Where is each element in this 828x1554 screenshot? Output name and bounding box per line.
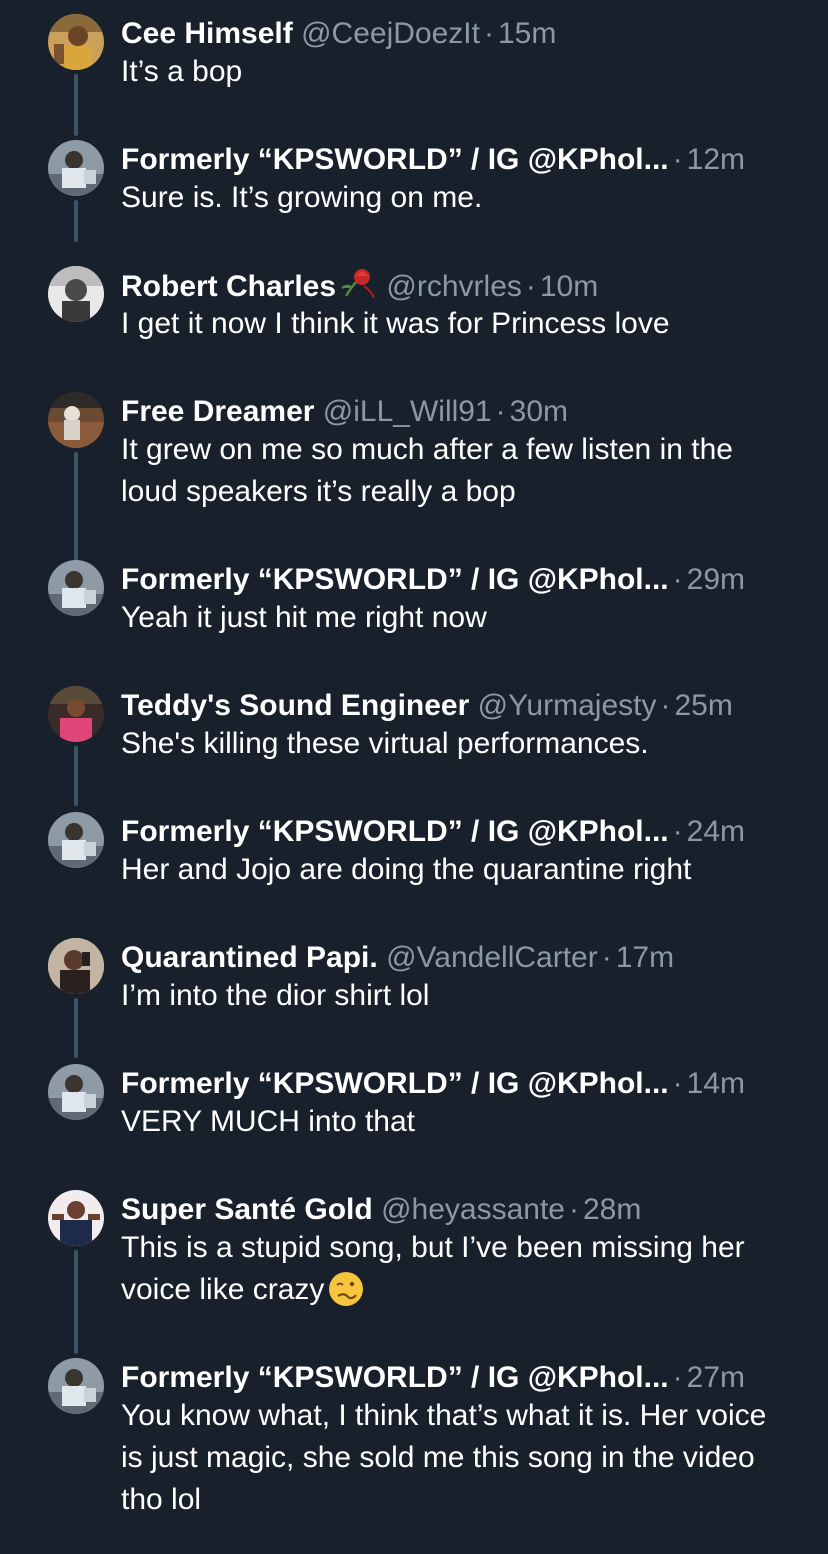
avatar[interactable]	[48, 392, 104, 448]
display-name[interactable]: Robert Charles	[121, 270, 336, 303]
display-name[interactable]: Teddy's Sound Engineer	[121, 689, 469, 722]
handle[interactable]: @CeejDoezIt	[301, 17, 480, 50]
avatar[interactable]	[48, 686, 104, 742]
thread-line	[74, 74, 78, 136]
display-name[interactable]: Formerly “KPSWORLD” / IG @KPhol...	[121, 1361, 669, 1394]
avatar[interactable]	[48, 1358, 104, 1414]
timestamp[interactable]: 27m	[687, 1361, 745, 1394]
timestamp[interactable]: 25m	[674, 689, 732, 722]
display-name[interactable]: Formerly “KPSWORLD” / IG @KPhol...	[121, 1067, 669, 1100]
display-name[interactable]: Formerly “KPSWORLD” / IG @KPhol...	[121, 563, 669, 596]
avatar[interactable]	[48, 812, 104, 868]
tweet-text: Yeah it just hit me right now	[121, 601, 487, 634]
rose-icon	[338, 266, 378, 306]
timestamp[interactable]: 28m	[583, 1193, 641, 1226]
handle[interactable]: @VandellCarter	[386, 941, 598, 974]
display-name[interactable]: Cee Himself	[121, 17, 293, 50]
timestamp[interactable]: 29m	[687, 563, 745, 596]
woozy-face-icon	[328, 1271, 364, 1319]
timestamp[interactable]: 14m	[687, 1067, 745, 1100]
avatar[interactable]	[48, 938, 104, 994]
handle[interactable]: @rchvrles	[386, 270, 521, 303]
timestamp[interactable]: 24m	[687, 815, 745, 848]
handle[interactable]: @iLL_Will91	[323, 395, 492, 428]
tweet-text: I get it now I think it was for Princess…	[121, 307, 670, 340]
timestamp[interactable]: 15m	[498, 17, 556, 50]
tweet-header: Robert Charles @rchvrles · 10m	[121, 266, 798, 306]
timestamp[interactable]: 10m	[540, 270, 598, 303]
tweet-text: This is a stupid song, but I’ve been mis…	[121, 1231, 745, 1306]
display-name[interactable]: Formerly “KPSWORLD” / IG @KPhol...	[121, 143, 669, 176]
tweet-header: Cee Himself @CeejDoezIt · 15m	[121, 17, 557, 50]
tweet-header: Free Dreamer @iLL_Will91 · 30m	[121, 395, 569, 428]
thread-line	[74, 998, 78, 1058]
tweet-header: Formerly “KPSWORLD” / IG @KPhol... · 29m	[121, 563, 745, 596]
tweet-header: Formerly “KPSWORLD” / IG @KPhol... · 27m	[121, 1361, 745, 1394]
avatar[interactable]	[48, 266, 104, 322]
tweet-text: She's killing these virtual performances…	[121, 727, 649, 760]
tweet-text: It’s a bop	[121, 55, 243, 88]
tweet-header: Formerly “KPSWORLD” / IG @KPhol... · 14m	[121, 1067, 745, 1100]
handle[interactable]: @Yurmajesty	[478, 689, 657, 722]
display-name[interactable]: Super Santé Gold	[121, 1193, 373, 1226]
tweet-header: Teddy's Sound Engineer @Yurmajesty · 25m	[121, 689, 733, 722]
avatar[interactable]	[48, 14, 104, 70]
handle[interactable]: @heyassante	[381, 1193, 565, 1226]
avatar[interactable]	[48, 1190, 104, 1246]
tweet-header: Super Santé Gold @heyassante · 28m	[121, 1193, 642, 1226]
avatar[interactable]	[48, 140, 104, 196]
tweet-text: You know what, I think that’s what it is…	[121, 1399, 767, 1516]
tweet-text: It grew on me so much after a few listen…	[121, 433, 733, 508]
tweet-text: VERY MUCH into that	[121, 1105, 416, 1138]
thread-line	[74, 452, 78, 562]
tweet-text: Her and Jojo are doing the quarantine ri…	[121, 853, 692, 886]
display-name[interactable]: Formerly “KPSWORLD” / IG @KPhol...	[121, 815, 669, 848]
tweet-text: I’m into the dior shirt lol	[121, 979, 430, 1012]
thread-line	[74, 746, 78, 806]
thread-line	[74, 200, 78, 242]
thread-line	[74, 1250, 78, 1354]
avatar[interactable]	[48, 1064, 104, 1120]
timestamp[interactable]: 17m	[616, 941, 674, 974]
tweet-text-wrap: This is a stupid song, but I’ve been mis…	[121, 1227, 781, 1319]
timestamp[interactable]: 30m	[510, 395, 568, 428]
avatar[interactable]	[48, 560, 104, 616]
tweet-header: Formerly “KPSWORLD” / IG @KPhol... · 12m	[121, 143, 745, 176]
timestamp[interactable]: 12m	[687, 143, 745, 176]
tweet-header: Quarantined Papi. @VandellCarter · 17m	[121, 941, 675, 974]
tweet-text: Sure is. It’s growing on me.	[121, 181, 483, 214]
display-name[interactable]: Free Dreamer	[121, 395, 314, 428]
tweet-header: Formerly “KPSWORLD” / IG @KPhol... · 24m	[121, 815, 745, 848]
display-name[interactable]: Quarantined Papi.	[121, 941, 378, 974]
